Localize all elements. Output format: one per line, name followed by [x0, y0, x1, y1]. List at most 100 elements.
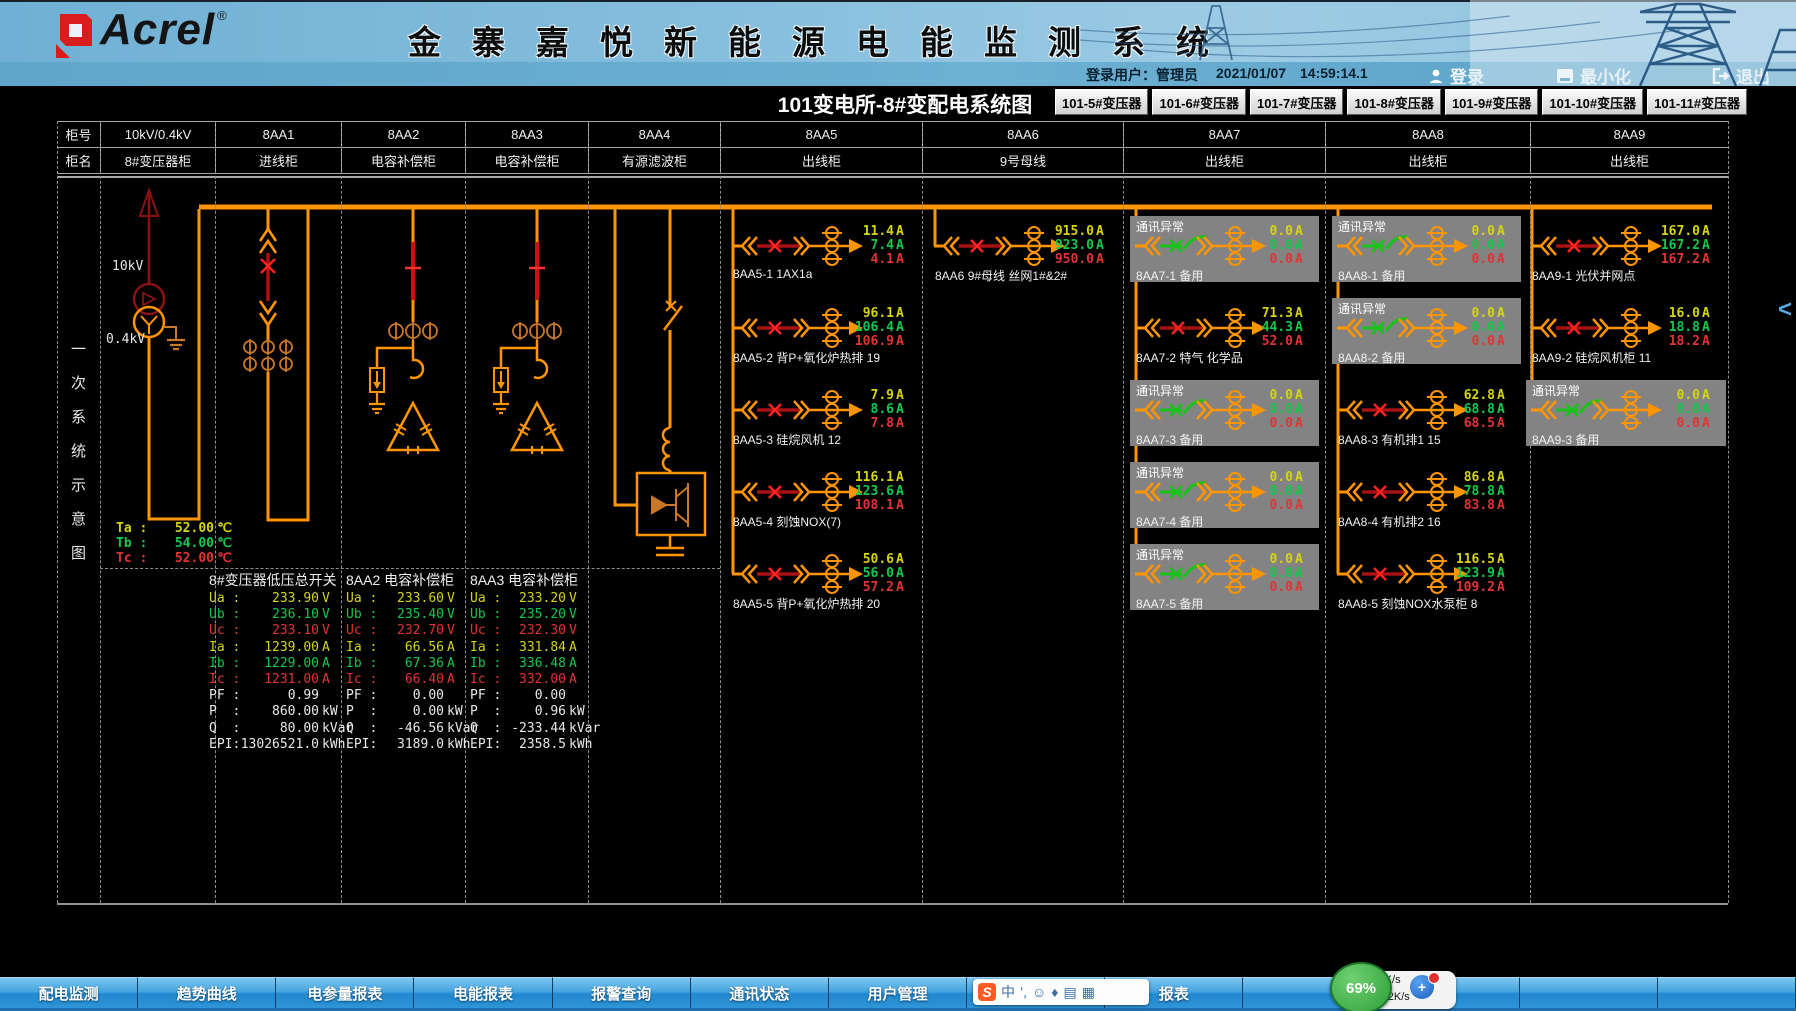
phase-a-current: 11.4	[824, 225, 894, 238]
side-label-char: 示	[57, 474, 100, 495]
app-title: 金寨嘉悦新能源电能监测系统	[408, 16, 1240, 64]
phase-b-current: 0.0	[1223, 567, 1293, 580]
optimization-percent-ball[interactable]: 69%	[1330, 962, 1392, 1011]
phase-a-current: 50.6	[824, 553, 894, 566]
phase-a-unit: A	[896, 471, 912, 484]
phase-c-unit: A	[1295, 499, 1311, 512]
capacitor-bank-symbol-2	[493, 207, 562, 454]
minimize-button[interactable]: 最小化	[1556, 63, 1631, 88]
feeder-label: 8AA5-3 硅烷风机 12	[733, 431, 841, 448]
taskbar-tab-5[interactable]: 通讯状态	[691, 977, 829, 1008]
phase-a-unit: A	[1702, 225, 1718, 238]
phase-b-unit: A	[1295, 485, 1311, 498]
feeder-8AA6-1[interactable]: 915.0A923.0A950.0A8AA6 9#母线 丝网1#&2#	[929, 216, 1120, 282]
column-separator-0	[57, 121, 58, 903]
panel-1-row-7: P : 0.00 kW	[342, 704, 466, 720]
feeder-8AA7-2[interactable]: 71.3A44.3A52.0A8AA7-2 特气 化学品	[1130, 298, 1319, 364]
phase-a-unit: A	[1295, 471, 1311, 484]
feeder-8AA7-3[interactable]: 通讯异常0.0A0.0A0.0A8AA7-3 备用	[1130, 380, 1319, 446]
punctuation-icon[interactable]: ’,	[1020, 985, 1027, 999]
panel-0-row-5: Ic : 1231.00 A	[205, 672, 341, 688]
panel-1-row-6: PF : 0.00	[342, 688, 466, 704]
phase-b-current: 56.0	[824, 567, 894, 580]
feeder-8AA8-3[interactable]: 62.8A68.8A68.5A8AA8-3 有机排1 15	[1332, 380, 1521, 446]
feeder-label: 8AA9-2 硅烷风机柜 11	[1532, 349, 1651, 366]
percent-value: 69%	[1346, 980, 1376, 997]
phase-a-unit: A	[1497, 471, 1513, 484]
phase-a-unit: A	[896, 225, 912, 238]
phase-a-current: 116.1	[824, 471, 894, 484]
panel-0-row-3: Ia : 1239.00 A	[205, 640, 341, 656]
feeder-8AA5-1[interactable]: 11.4A7.4A4.1A8AA5-1 1AX1a	[727, 216, 920, 282]
mic-icon[interactable]: ♦	[1051, 985, 1058, 999]
feeder-8AA8-5[interactable]: 116.5A123.9A109.2A8AA8-5 刻蚀NOX水泵柜 8	[1332, 544, 1521, 610]
phase-b-current: 78.8	[1425, 485, 1495, 498]
feeder-label: 8AA5-5 背P+氧化炉热排 20	[733, 595, 880, 612]
feeder-label: 8AA8-3 有机排1 15	[1338, 431, 1441, 448]
feeder-8AA8-1[interactable]: 通讯异常0.0A0.0A0.0A8AA8-1 备用	[1332, 216, 1521, 282]
emoji-icon[interactable]: ☺	[1032, 985, 1046, 999]
phase-b-current: 106.4	[824, 321, 894, 334]
phase-c-current: 52.0	[1223, 335, 1293, 348]
phase-c-current: 0.0	[1425, 253, 1495, 266]
chinese-mode-icon[interactable]: 中	[1001, 985, 1015, 999]
feeder-8AA5-3[interactable]: 7.9A8.6A7.8A8AA5-3 硅烷风机 12	[727, 380, 920, 446]
toolbox-icon[interactable]: ▦	[1082, 985, 1095, 999]
phase-b-unit: A	[896, 403, 912, 416]
feeder-8AA9-3[interactable]: 通讯异常0.0A0.0A0.0A8AA9-3 备用	[1526, 380, 1726, 446]
phase-a-current: 0.0	[1223, 553, 1293, 566]
taskbar-tab-11[interactable]	[1520, 977, 1658, 1008]
feeder-label: 8AA9-1 光伏并网点	[1532, 267, 1635, 284]
cabinet-name-7: 出线柜	[1123, 148, 1325, 173]
transformer-page-button-7[interactable]: 101-11#变压器	[1647, 89, 1747, 115]
login-button[interactable]: 登录	[1428, 63, 1484, 88]
transformer-page-button-4[interactable]: 101-8#变压器	[1347, 89, 1440, 115]
transformer-page-button-5[interactable]: 101-9#变压器	[1445, 89, 1538, 115]
taskbar-tab-4[interactable]: 报警查询	[553, 977, 691, 1008]
feeder-label: 8AA5-2 背P+氧化炉热排 19	[733, 349, 880, 366]
panel-2-row-0: Ua : 233.20 V	[466, 591, 588, 607]
feeder-8AA7-1[interactable]: 通讯异常0.0A0.0A0.0A8AA7-1 备用	[1130, 216, 1319, 282]
transformer-page-button-6[interactable]: 101-10#变压器	[1542, 89, 1643, 115]
taskbar-tab-12[interactable]	[1658, 977, 1796, 1008]
column-separator-6	[720, 121, 721, 903]
cabinet-name-1: 进线柜	[215, 148, 341, 173]
cabinet-id-3: 8AA3	[465, 122, 588, 147]
cabinet-name-8: 出线柜	[1325, 148, 1530, 173]
cabinet-id-0: 10kV/0.4kV	[100, 122, 215, 147]
phase-b-unit: A	[1497, 321, 1513, 334]
taskbar-tab-0[interactable]: 配电监测	[0, 977, 138, 1008]
taskbar-tab-1[interactable]: 趋势曲线	[138, 977, 276, 1008]
transformer-page-button-2[interactable]: 101-6#变压器	[1152, 89, 1245, 115]
taskbar-tab-6[interactable]: 用户管理	[829, 977, 967, 1008]
transformer-page-button-1[interactable]: 101-5#变压器	[1055, 89, 1148, 115]
phase-a-current: 86.8	[1425, 471, 1495, 484]
feeder-8AA8-2[interactable]: 通讯异常0.0A0.0A0.0A8AA8-2 备用	[1332, 298, 1521, 364]
feeder-label: 8AA5-1 1AX1a	[733, 267, 812, 281]
side-label-char: 一	[57, 338, 100, 359]
feeder-8AA9-1[interactable]: 167.0A167.2A167.2A8AA9-1 光伏并网点	[1526, 216, 1726, 282]
feeder-8AA9-2[interactable]: 16.0A18.8A18.2A8AA9-2 硅烷风机柜 11	[1526, 298, 1726, 364]
column-separator-4	[465, 121, 466, 903]
feeder-8AA8-4[interactable]: 86.8A78.8A83.8A8AA8-4 有机排2 16	[1332, 462, 1521, 528]
transformer-page-button-3[interactable]: 101-7#变压器	[1250, 89, 1343, 115]
column-separator-5	[588, 121, 589, 903]
phase-c-current: 57.2	[824, 581, 894, 594]
exit-button[interactable]: 退出	[1712, 63, 1770, 88]
feeder-8AA5-2[interactable]: 96.1A106.4A106.9A8AA5-2 背P+氧化炉热排 19	[727, 298, 920, 364]
scada-page: Acrel ® 金寨嘉悦新能源电能监测系统 登录用户： 管理员 2021/01/…	[0, 0, 1796, 1011]
edge-slide-arrow-icon[interactable]: <	[1778, 296, 1792, 324]
taskbar-tab-2[interactable]: 电参量报表	[276, 977, 414, 1008]
taskbar-tab-3[interactable]: 电能报表	[414, 977, 552, 1008]
feeder-8AA5-4[interactable]: 116.1A123.6A108.1A8AA5-4 刻蚀NOX(7)	[727, 462, 920, 528]
column-separator-9	[1325, 121, 1326, 903]
keyboard-icon[interactable]: ▤	[1063, 985, 1076, 999]
side-label-char: 系	[57, 406, 100, 427]
feeder-8AA7-4[interactable]: 通讯异常0.0A0.0A0.0A8AA7-4 备用	[1130, 462, 1319, 528]
ime-toolbar[interactable]: S中 ’, ☺ ♦ ▤ ▦	[973, 979, 1149, 1005]
feeder-8AA7-5[interactable]: 通讯异常0.0A0.0A0.0A8AA7-5 备用	[1130, 544, 1319, 610]
feeder-8AA5-5[interactable]: 50.6A56.0A57.2A8AA5-5 背P+氧化炉热排 20	[727, 544, 920, 610]
phase-b-unit: A	[1497, 239, 1513, 252]
sogou-logo[interactable]: S	[978, 983, 996, 1001]
phase-a-unit: A	[1497, 389, 1513, 402]
